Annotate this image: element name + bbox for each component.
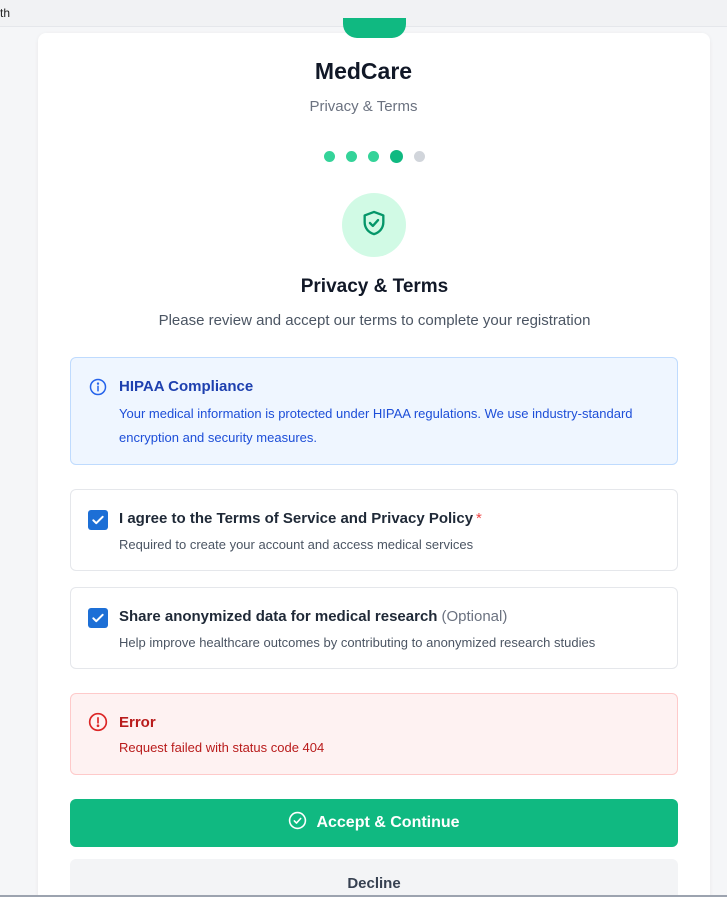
shield-check-icon — [360, 209, 388, 242]
error-message: Request failed with status code 404 — [119, 740, 325, 755]
research-label[interactable]: Share anonymized data for medical resear… — [119, 608, 507, 625]
notice-text: Your medical information is protected un… — [119, 406, 633, 445]
section-description: Please review and accept our terms to co… — [158, 312, 591, 329]
step-dot-1 — [324, 150, 335, 162]
terms-label-text: I agree to the Terms of Service and Priv… — [119, 510, 474, 527]
required-marker: * — [476, 510, 482, 527]
terms-checkbox[interactable] — [88, 510, 108, 530]
step-dot-4-current — [390, 149, 403, 163]
logo — [343, 18, 406, 38]
hipaa-notice: HIPAA Compliance Your medical informatio… — [70, 357, 678, 465]
check-circle-icon — [288, 811, 307, 835]
research-consent[interactable]: Share anonymized data for medical resear… — [70, 587, 678, 669]
alert-circle-icon — [88, 712, 108, 737]
optional-marker: (Optional) — [441, 608, 508, 625]
step-dot-3 — [368, 150, 379, 162]
decline-label: Decline — [347, 875, 401, 892]
step-dot-2 — [346, 150, 357, 162]
research-label-text: Share anonymized data for medical resear… — [119, 608, 438, 625]
shield-badge — [342, 193, 406, 257]
section-title: Privacy & Terms — [300, 276, 449, 297]
step-dot-5 — [414, 150, 425, 162]
terms-label[interactable]: I agree to the Terms of Service and Priv… — [119, 510, 482, 527]
page-subtitle: Privacy & Terms — [309, 98, 418, 115]
step-indicator — [324, 149, 425, 163]
research-help-text: Help improve healthcare outcomes by cont… — [119, 635, 596, 650]
accept-continue-button[interactable]: Accept & Continue — [70, 799, 678, 847]
error-title: Error — [119, 714, 156, 731]
brand-name: MedCare — [314, 58, 413, 84]
notice-title: HIPAA Compliance — [119, 378, 254, 395]
terms-consent[interactable]: I agree to the Terms of Service and Priv… — [70, 489, 678, 571]
research-checkbox[interactable] — [88, 608, 108, 628]
address-bar-text: th — [0, 6, 11, 20]
accept-label: Accept & Continue — [316, 814, 460, 831]
decline-button[interactable]: Decline — [70, 859, 678, 897]
error-alert: Error Request failed with status code 40… — [70, 693, 678, 775]
terms-help-text: Required to create your account and acce… — [119, 537, 474, 552]
info-icon — [89, 378, 107, 401]
